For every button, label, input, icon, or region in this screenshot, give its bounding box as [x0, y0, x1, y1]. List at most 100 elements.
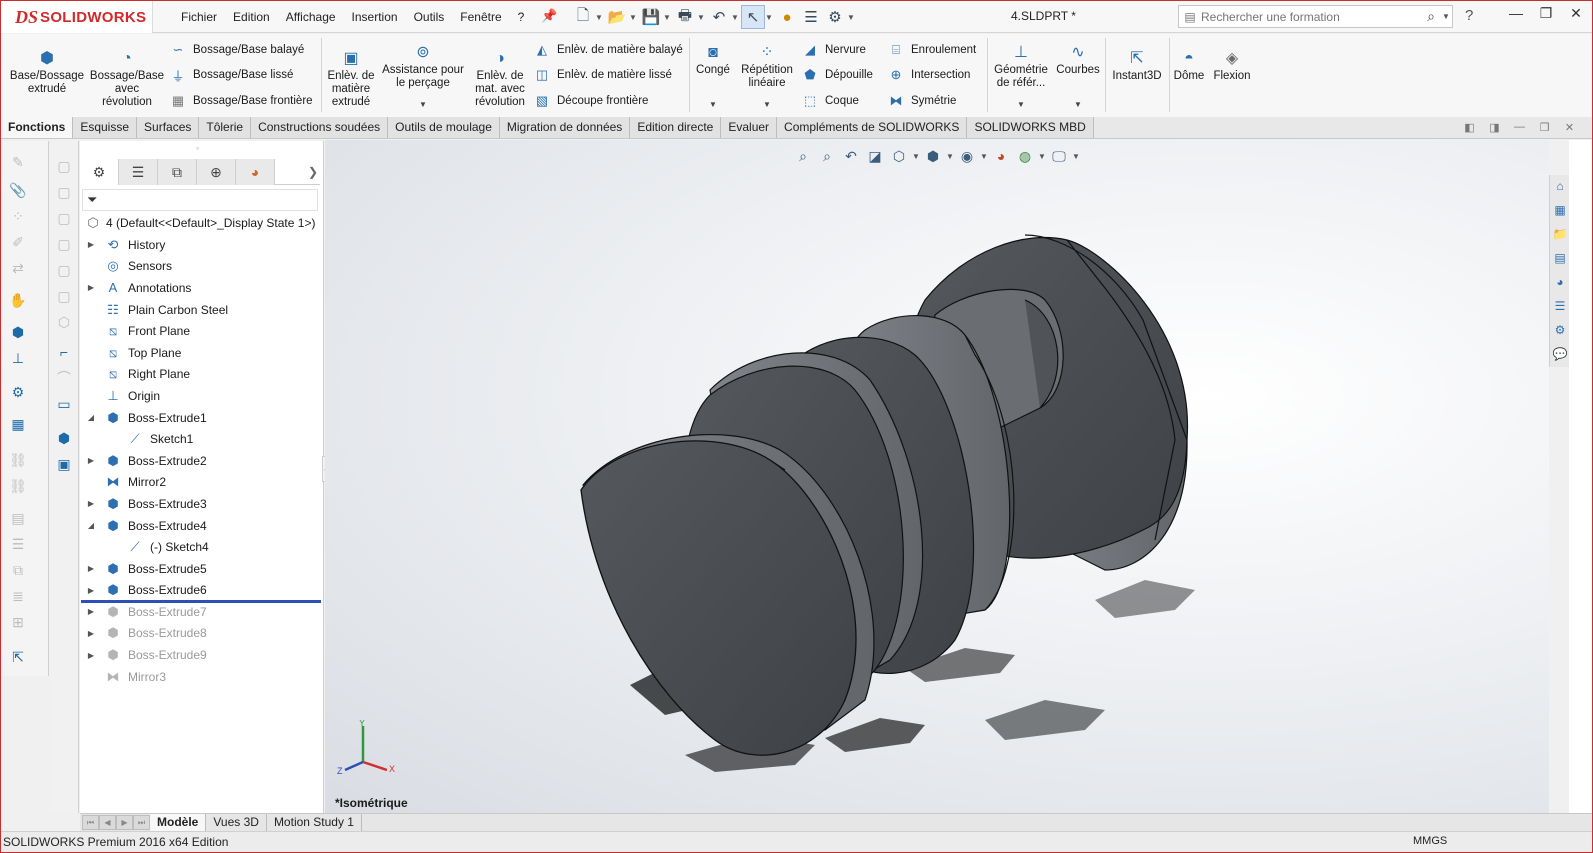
- chevron-down-icon[interactable]: ▼: [731, 13, 741, 22]
- instant3d-button[interactable]: ⇱ Instant3D: [1109, 48, 1165, 83]
- status-unit-system[interactable]: MMGS: [1413, 835, 1447, 847]
- chevron-down-icon[interactable]: ▼: [1037, 152, 1047, 161]
- minimize-icon[interactable]: —: [1501, 5, 1531, 22]
- lofted-cut-button[interactable]: ◫ Enlèv. de matière lissé: [533, 65, 672, 85]
- chevron-down-icon[interactable]: ▼: [595, 13, 605, 22]
- collapse-arrow-icon[interactable]: ◢: [86, 521, 96, 530]
- tree-item-mirror2[interactable]: ⧓ Mirror2: [80, 472, 320, 494]
- wrap-button[interactable]: ⌸ Enroulement: [887, 40, 976, 60]
- draft-button[interactable]: ⬟ Dépouille: [801, 65, 873, 85]
- tab-tolerie[interactable]: Tôlerie: [199, 117, 252, 138]
- tree-root-part[interactable]: ⬡ 4 (Default<<Default>_Display State 1>): [84, 213, 315, 233]
- undo-icon[interactable]: ↶: [707, 5, 731, 29]
- chevron-down-icon[interactable]: ▼: [911, 152, 921, 161]
- link-icon[interactable]: ⛓: [7, 449, 29, 471]
- tab-surfaces[interactable]: Surfaces: [137, 117, 200, 138]
- tab-solidworks-mbd[interactable]: SOLIDWORKS MBD: [967, 117, 1094, 138]
- cut-extrude-button[interactable]: ▣ Enlèv. de matière extrudé: [325, 48, 377, 109]
- tab-esquisse[interactable]: Esquisse: [73, 117, 138, 138]
- menu-affichage[interactable]: Affichage: [278, 10, 344, 24]
- menu-help[interactable]: ?: [510, 10, 533, 24]
- chevron-right-icon[interactable]: ❯: [308, 165, 318, 179]
- pane-grip-icon[interactable]: ◦: [196, 143, 199, 153]
- search-icon[interactable]: ⌕: [1420, 8, 1442, 25]
- linear-pattern-button[interactable]: ⁘ Répétition linéaire: [737, 42, 797, 90]
- fillet-button[interactable]: ◙ Congé: [693, 42, 733, 77]
- chevron-down-icon[interactable]: ▼: [1074, 100, 1082, 109]
- custom-properties-icon[interactable]: ☰: [1552, 297, 1568, 315]
- home-icon[interactable]: ⌂: [1552, 177, 1568, 195]
- boundary-cut-button[interactable]: ▧ Découpe frontière: [533, 91, 649, 111]
- dimxpert-tab-icon[interactable]: ⊕: [197, 159, 236, 185]
- edit-icon[interactable]: ✐: [7, 231, 29, 253]
- chevron-down-icon[interactable]: ▼: [979, 152, 989, 161]
- tree-item-boss-extrude6[interactable]: ▶ ⬢ Boss-Extrude6: [80, 580, 320, 602]
- restore-icon[interactable]: ❐: [1531, 5, 1561, 22]
- menu-outils[interactable]: Outils: [406, 10, 453, 24]
- tab-evaluer[interactable]: Evaluer: [721, 117, 778, 138]
- display-icon[interactable]: ▭: [53, 393, 75, 415]
- hole-wizard-button[interactable]: ⊚ Assistance pour le perçage: [381, 42, 465, 90]
- tree-item-history[interactable]: ▶ ⟲ History: [80, 234, 320, 256]
- sketch-arc-icon[interactable]: ⌒: [53, 367, 75, 389]
- extrude-icon[interactable]: ⬢: [53, 427, 75, 449]
- 3d-model[interactable]: [325, 140, 1549, 813]
- cube-icon[interactable]: ▢: [53, 207, 75, 229]
- menu-fenetre[interactable]: Fenêtre: [452, 10, 509, 24]
- view-palette-icon[interactable]: ▤: [1552, 249, 1568, 267]
- expand-arrow-icon[interactable]: ▶: [86, 607, 96, 616]
- tab-constructions-soudees[interactable]: Constructions soudées: [251, 117, 389, 138]
- solidworks-logo[interactable]: DS SOLIDWORKS: [1, 1, 153, 33]
- tile-left-icon[interactable]: ◧: [1457, 121, 1482, 134]
- intersect-button[interactable]: ⊕ Intersection: [887, 65, 971, 85]
- chevron-down-icon[interactable]: ▼: [847, 13, 857, 22]
- tree-item-boss-extrude7[interactable]: ▶ ⬢ Boss-Extrude7: [80, 601, 320, 623]
- doc-restore-icon[interactable]: ❐: [1532, 121, 1557, 134]
- tree-item-boss-extrude8[interactable]: ▶ ⬢ Boss-Extrude8: [80, 623, 320, 645]
- align-icon[interactable]: ☰: [7, 533, 29, 555]
- tree-item-boss-extrude9[interactable]: ▶ ⬢ Boss-Extrude9: [80, 644, 320, 666]
- options-gear-icon[interactable]: ⚙: [823, 5, 847, 29]
- extrude-icon[interactable]: ⬢: [7, 321, 29, 343]
- layers-icon[interactable]: ≣: [7, 585, 29, 607]
- forum-icon[interactable]: 💬: [1552, 345, 1568, 363]
- rib-button[interactable]: ◢ Nervure: [801, 40, 866, 60]
- cube-icon[interactable]: ▢: [53, 155, 75, 177]
- swept-boss-button[interactable]: ∽ Bossage/Base balayé: [169, 40, 305, 60]
- shell-button[interactable]: ⬚ Coque: [801, 91, 859, 111]
- chevron-down-icon[interactable]: ▼: [663, 13, 673, 22]
- attach-icon[interactable]: 📎: [7, 179, 29, 201]
- instant3d-icon[interactable]: ⇱: [7, 646, 29, 668]
- chain-icon[interactable]: ⛓: [7, 475, 29, 497]
- print-icon[interactable]: 🖶: [673, 5, 697, 29]
- search-box[interactable]: ▤ ⌕ ▼: [1178, 5, 1453, 28]
- sketch-line-icon[interactable]: ⌐: [53, 341, 75, 363]
- search-input[interactable]: [1201, 9, 1420, 24]
- tree-filter[interactable]: ⏷: [82, 189, 318, 211]
- revolve-button[interactable]: ◔ Bossage/Base avec révolution: [89, 48, 165, 109]
- pattern-icon[interactable]: ⁘: [7, 205, 29, 227]
- save-icon[interactable]: 💾: [639, 5, 663, 29]
- resources-icon[interactable]: ⚙: [1552, 321, 1568, 339]
- expand-arrow-icon[interactable]: ▶: [86, 586, 96, 595]
- tree-item-boss-extrude1[interactable]: ◢ ⬢ Boss-Extrude1: [80, 407, 320, 429]
- tree-item-mirror3[interactable]: ⧓ Mirror3: [80, 666, 320, 688]
- displaymanager-tab-icon[interactable]: ◕: [236, 159, 275, 185]
- select-cursor-icon[interactable]: ↖: [741, 5, 765, 29]
- chevron-down-icon[interactable]: ▼: [763, 100, 771, 109]
- chevron-down-icon[interactable]: ▼: [945, 152, 955, 161]
- tab-fonctions[interactable]: Fonctions: [1, 117, 74, 138]
- chevron-down-icon[interactable]: ▼: [1017, 100, 1025, 109]
- chevron-down-icon[interactable]: ▼: [697, 13, 707, 22]
- chevron-down-icon[interactable]: ▼: [709, 100, 717, 109]
- reference-geometry-button[interactable]: ⊥ Géométrie de référ...: [991, 42, 1051, 90]
- cube-icon[interactable]: ▢: [53, 233, 75, 255]
- prev-tab-icon[interactable]: ◀: [99, 815, 116, 830]
- menu-edition[interactable]: Edition: [225, 10, 278, 24]
- tree-item-top-plane[interactable]: ⧅ Top Plane: [80, 342, 320, 364]
- featuremanager-tab-icon[interactable]: ⚙: [80, 159, 119, 185]
- cube-icon[interactable]: ⬡: [53, 311, 75, 333]
- rollback-bar[interactable]: [81, 600, 321, 603]
- reference-axis-icon[interactable]: ⊥: [7, 347, 29, 369]
- section-view-icon[interactable]: ◪: [863, 148, 887, 165]
